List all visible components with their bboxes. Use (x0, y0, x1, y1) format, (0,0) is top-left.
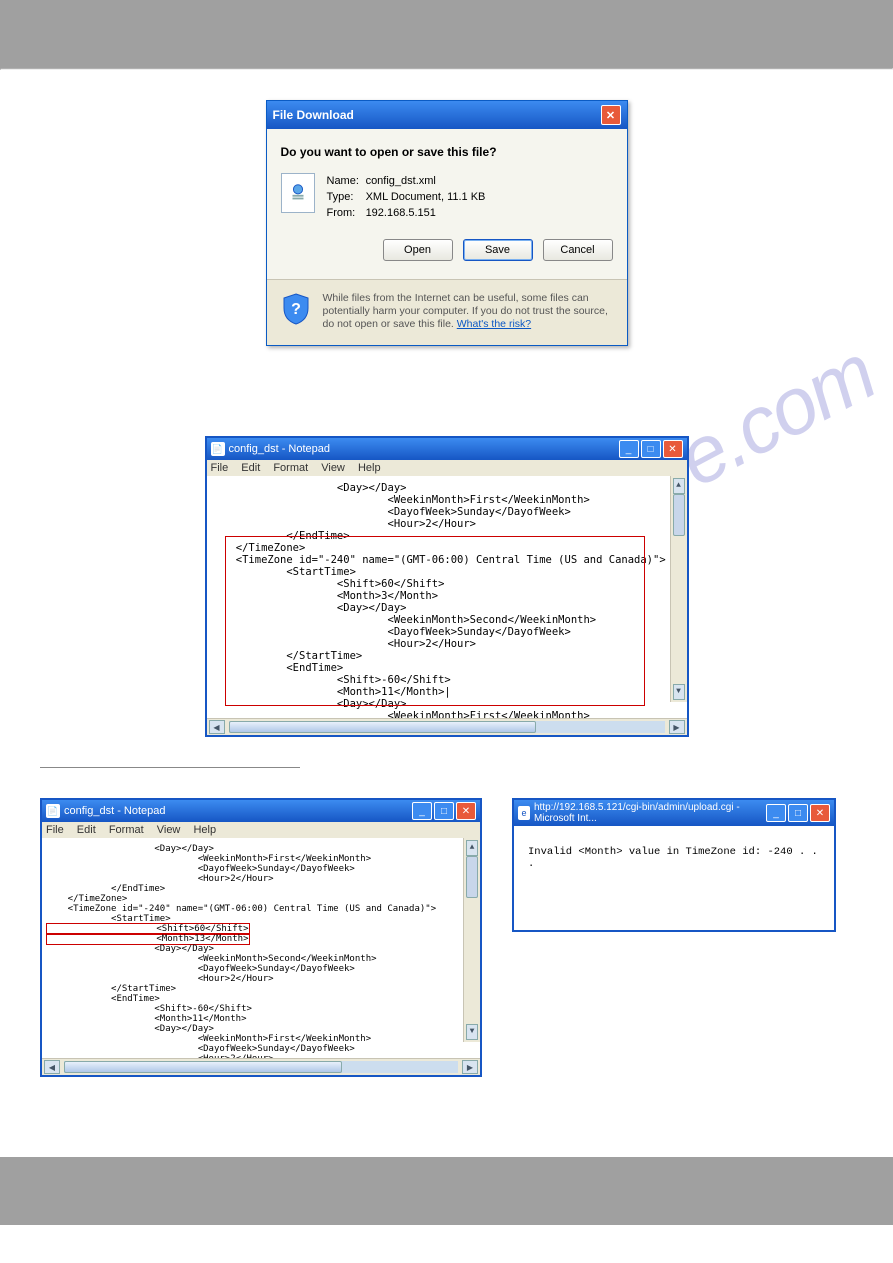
scroll-thumb[interactable] (673, 494, 685, 536)
notepad-window-1: 📄 config_dst - Notepad _ □ ✕ File Edit Fo… (205, 436, 689, 737)
close-icon[interactable]: ✕ (456, 802, 476, 820)
minimize-icon[interactable]: _ (412, 802, 432, 820)
window-title: config_dst - Notepad (64, 805, 166, 817)
file-download-dialog: File Download ✕ Do you want to open or s… (266, 100, 628, 346)
minimize-icon[interactable]: _ (619, 440, 639, 458)
vertical-scrollbar[interactable]: ▲ ▼ (670, 476, 687, 702)
text-editor[interactable]: <Day></Day> <WeekinMonth>First</WeekinMo… (207, 476, 687, 718)
scroll-thumb-h[interactable] (64, 1061, 342, 1073)
warning-text: While files from the Internet can be use… (323, 292, 613, 331)
text-editor[interactable]: <Day></Day> <WeekinMonth>First</WeekinMo… (42, 838, 480, 1058)
scroll-left-icon[interactable]: ◀ (44, 1060, 60, 1074)
menu-file[interactable]: File (211, 462, 229, 474)
menu-help[interactable]: Help (193, 824, 216, 836)
window-titlebar: 📄 config_dst - Notepad _ □ ✕ (207, 438, 687, 460)
menu-edit[interactable]: Edit (241, 462, 260, 474)
scroll-down-icon[interactable]: ▼ (466, 1024, 478, 1040)
window-title: config_dst - Notepad (229, 443, 331, 455)
scroll-up-icon[interactable]: ▲ (673, 478, 685, 494)
svg-text:?: ? (291, 301, 301, 318)
horizontal-scrollbar[interactable]: ◀ ▶ (42, 1058, 480, 1075)
name-label: Name: (327, 173, 363, 189)
shield-icon: ? (281, 292, 311, 326)
browser-body: Invalid <Month> value in TimeZone id: -2… (514, 826, 834, 930)
maximize-icon[interactable]: □ (641, 440, 661, 458)
menubar: File Edit Format View Help (207, 460, 687, 476)
from-label: From: (327, 205, 363, 221)
section-divider (40, 767, 300, 768)
name-value: config_dst.xml (366, 175, 436, 187)
ie-window: e http://192.168.5.121/cgi-bin/admin/uplo… (512, 798, 836, 932)
maximize-icon[interactable]: □ (434, 802, 454, 820)
scroll-up-icon[interactable]: ▲ (466, 840, 478, 856)
whats-the-risk-link[interactable]: What's the risk? (457, 318, 531, 330)
close-icon[interactable]: ✕ (663, 440, 683, 458)
save-button[interactable]: Save (463, 239, 533, 261)
code-content: <Day></Day> <WeekinMonth>First</WeekinMo… (46, 844, 476, 1058)
from-value: 192.168.5.151 (366, 207, 436, 219)
window-titlebar: 📄 config_dst - Notepad _ □ ✕ (42, 800, 480, 822)
document-icon (281, 173, 315, 213)
type-label: Type: (327, 189, 363, 205)
ie-icon: e (518, 806, 530, 820)
horizontal-scrollbar[interactable]: ◀ ▶ (207, 718, 687, 735)
scroll-thumb-h[interactable] (229, 721, 536, 733)
vertical-scrollbar[interactable]: ▲ ▼ (463, 838, 480, 1042)
dialog-question: Do you want to open or save this file? (281, 145, 613, 159)
dialog-titlebar: File Download ✕ (267, 101, 627, 129)
scroll-right-icon[interactable]: ▶ (462, 1060, 478, 1074)
menubar: File Edit Format View Help (42, 822, 480, 838)
scroll-down-icon[interactable]: ▼ (673, 684, 685, 700)
scroll-left-icon[interactable]: ◀ (209, 720, 225, 734)
menu-edit[interactable]: Edit (77, 824, 96, 836)
scroll-right-icon[interactable]: ▶ (669, 720, 685, 734)
open-button[interactable]: Open (383, 239, 453, 261)
maximize-icon[interactable]: □ (788, 804, 808, 822)
window-titlebar: e http://192.168.5.121/cgi-bin/admin/uplo… (514, 800, 834, 826)
close-icon[interactable]: ✕ (601, 105, 621, 125)
file-metadata: Name: config_dst.xml Type: XML Document,… (327, 173, 486, 221)
type-value: XML Document, 11.1 KB (366, 191, 486, 203)
cancel-button[interactable]: Cancel (543, 239, 613, 261)
menu-format[interactable]: Format (109, 824, 144, 836)
menu-help[interactable]: Help (358, 462, 381, 474)
menu-view[interactable]: View (157, 824, 181, 836)
top-band (0, 0, 893, 68)
menu-view[interactable]: View (321, 462, 345, 474)
warning-panel: ? While files from the Internet can be u… (267, 279, 627, 345)
notepad-window-2: 📄 config_dst - Notepad _ □ ✕ File Edit Fo… (40, 798, 482, 1077)
menu-file[interactable]: File (46, 824, 64, 836)
highlight-box (225, 536, 645, 706)
window-title: http://192.168.5.121/cgi-bin/admin/uploa… (534, 802, 766, 824)
scroll-thumb[interactable] (466, 856, 478, 898)
minimize-icon[interactable]: _ (766, 804, 786, 822)
notepad-icon: 📄 (211, 442, 225, 456)
close-icon[interactable]: ✕ (810, 804, 830, 822)
menu-format[interactable]: Format (273, 462, 308, 474)
notepad-icon: 📄 (46, 804, 60, 818)
bottom-band (0, 1157, 893, 1225)
dialog-title: File Download (273, 108, 354, 122)
